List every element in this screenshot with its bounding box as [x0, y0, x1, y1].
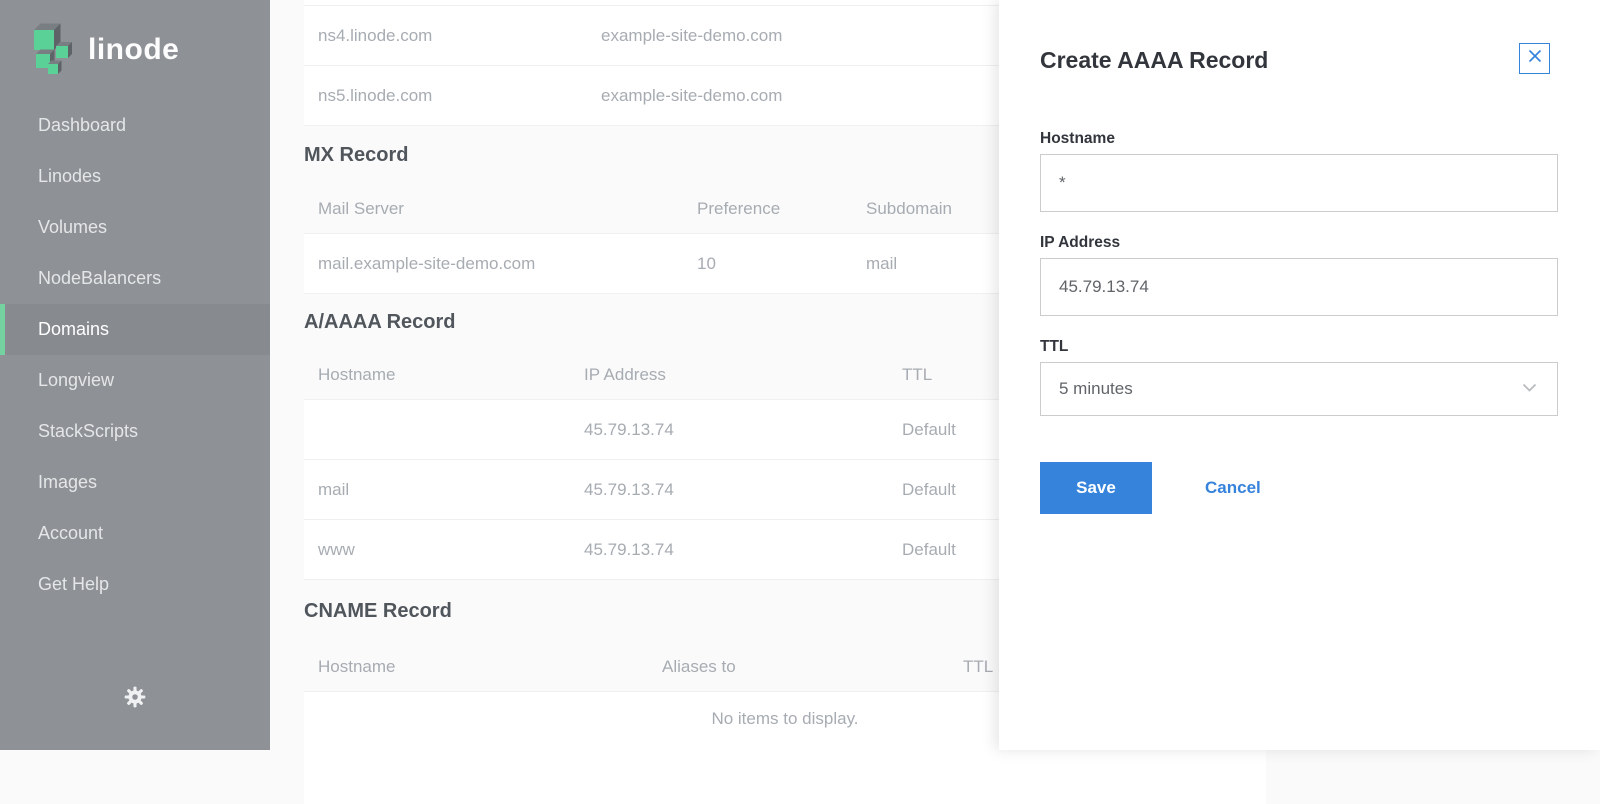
sidebar-item-dashboard[interactable]: Dashboard	[0, 100, 270, 151]
sidebar-item-account[interactable]: Account	[0, 508, 270, 559]
cell-name-server: ns5.linode.com	[318, 85, 433, 105]
sidebar-item-volumes[interactable]: Volumes	[0, 202, 270, 253]
drawer-title: Create AAAA Record	[1040, 47, 1269, 73]
sidebar-item-longview[interactable]: Longview	[0, 355, 270, 406]
sidebar-item-nodebalancers[interactable]: NodeBalancers	[0, 253, 270, 304]
sidebar-item-label: Account	[38, 523, 104, 543]
column-header-hostname: Hostname	[318, 656, 396, 676]
column-header-hostname: Hostname	[318, 364, 396, 384]
sidebar-item-label: Longview	[38, 370, 115, 390]
cell-ip-address: 45.79.13.74	[584, 539, 674, 559]
create-aaaa-record-drawer: Create AAAA Record Hostname IP Address T…	[999, 0, 1600, 750]
sidebar-item-label: StackScripts	[38, 421, 139, 441]
sidebar-item-label: Images	[38, 472, 98, 492]
logo[interactable]: linode	[0, 0, 270, 74]
ttl-label: TTL	[1040, 338, 1069, 355]
hostname-label: Hostname	[1040, 130, 1115, 147]
column-header-preference: Preference	[697, 198, 781, 218]
ip-address-input[interactable]	[1040, 258, 1558, 316]
ttl-selected-value: 5 minutes	[1059, 379, 1133, 398]
sidebar-item-images[interactable]: Images	[0, 457, 270, 508]
sidebar-nav: Dashboard Linodes Volumes NodeBalancers …	[0, 100, 270, 610]
ip-address-label: IP Address	[1040, 234, 1121, 251]
cell-mail-server: mail.example-site-demo.com	[318, 253, 536, 273]
save-button[interactable]: Save	[1040, 462, 1152, 514]
sidebar-item-domains[interactable]: Domains	[0, 304, 270, 355]
cell-hostname: www	[318, 539, 355, 559]
column-header-ip-address: IP Address	[584, 364, 666, 384]
sidebar-item-label: Get Help	[38, 574, 110, 594]
sidebar-item-stackscripts[interactable]: StackScripts	[0, 406, 270, 457]
sidebar-item-label: Domains	[38, 319, 110, 339]
column-header-aliases-to: Aliases to	[662, 656, 736, 676]
brand-name: linode	[88, 33, 180, 66]
linode-logo-icon	[30, 16, 82, 76]
ttl-select[interactable]: 5 minutes	[1040, 362, 1558, 416]
hostname-input[interactable]	[1040, 154, 1558, 212]
close-icon	[1527, 48, 1543, 69]
settings-button[interactable]	[122, 686, 148, 712]
sidebar-item-label: Volumes	[38, 217, 108, 237]
empty-state-text: No items to display.	[711, 709, 859, 728]
sidebar-item-label: Dashboard	[38, 115, 127, 135]
sidebar: linode Dashboard Linodes Volumes NodeBal…	[0, 0, 270, 750]
sidebar-item-linodes[interactable]: Linodes	[0, 151, 270, 202]
cell-preference: 10	[697, 253, 716, 273]
gear-icon	[124, 686, 146, 713]
cell-hostname: mail	[318, 479, 350, 499]
sidebar-item-label: NodeBalancers	[38, 268, 162, 288]
close-drawer-button[interactable]	[1519, 43, 1550, 74]
sidebar-item-label: Linodes	[38, 166, 102, 186]
chevron-down-icon	[1522, 380, 1537, 398]
cell-name-server: ns4.linode.com	[318, 25, 433, 45]
cell-ip-address: 45.79.13.74	[584, 419, 674, 439]
cell-ip-address: 45.79.13.74	[584, 479, 674, 499]
column-header-mail-server: Mail Server	[318, 198, 404, 218]
cancel-button[interactable]: Cancel	[1199, 477, 1267, 499]
sidebar-item-get-help[interactable]: Get Help	[0, 559, 270, 610]
